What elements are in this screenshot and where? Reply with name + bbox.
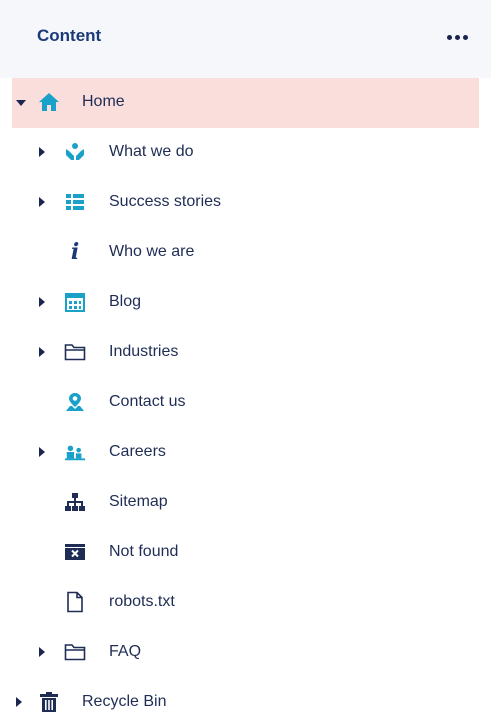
folder-icon xyxy=(64,641,86,663)
section-title: Content xyxy=(37,26,102,45)
folder-icon xyxy=(64,341,86,363)
map-pin-icon xyxy=(64,391,86,413)
tree-item-label: robots.txt xyxy=(109,593,175,610)
tree-item-label: What we do xyxy=(109,143,194,160)
tree-item-label: Blog xyxy=(109,293,142,310)
window-close-icon xyxy=(64,541,86,563)
tree-item-label: Who we are xyxy=(109,243,195,260)
tree-item-label: Industries xyxy=(109,343,179,360)
tree-item-label: Careers xyxy=(109,443,166,460)
content-tree-panel: Content Home What we do Success stories … xyxy=(0,0,491,721)
caret-right-icon[interactable] xyxy=(39,197,45,207)
tree-item-robots-txt[interactable]: robots.txt xyxy=(0,578,491,628)
info-icon: i xyxy=(70,239,80,265)
home-icon xyxy=(38,91,60,113)
tree-item-sitemap[interactable]: Sitemap xyxy=(0,478,491,528)
caret-right-icon[interactable] xyxy=(39,297,45,307)
ellipsis-icon[interactable] xyxy=(440,24,474,50)
tree-item-not-found[interactable]: Not found xyxy=(0,528,491,578)
section-header: Content xyxy=(0,0,491,78)
sitemap-icon xyxy=(64,491,86,513)
tree-item-blog[interactable]: Blog xyxy=(0,278,491,328)
calendar-icon xyxy=(64,291,86,313)
caret-right-icon[interactable] xyxy=(39,147,45,157)
caret-right-icon[interactable] xyxy=(16,697,22,707)
tree-item-who-we-are[interactable]: i Who we are xyxy=(0,228,491,278)
hands-icon xyxy=(64,141,86,163)
tree-item-faq[interactable]: FAQ xyxy=(0,628,491,678)
users-icon xyxy=(64,441,86,463)
tree-item-label: Recycle Bin xyxy=(82,693,167,710)
tree-item-home[interactable]: Home xyxy=(12,78,479,128)
tree-item-label: FAQ xyxy=(109,643,142,660)
trash-icon xyxy=(38,691,60,713)
tree-item-label: Sitemap xyxy=(109,493,168,510)
tree-item-label: Contact us xyxy=(109,393,186,410)
caret-right-icon[interactable] xyxy=(39,647,45,657)
tree-item-industries[interactable]: Industries xyxy=(0,328,491,378)
tree-item-careers[interactable]: Careers xyxy=(0,428,491,478)
caret-right-icon[interactable] xyxy=(39,447,45,457)
grid-list-icon xyxy=(64,191,86,213)
tree-item-label: Home xyxy=(82,93,125,110)
document-icon xyxy=(64,591,86,613)
caret-right-icon[interactable] xyxy=(39,347,45,357)
tree-item-contact-us[interactable]: Contact us xyxy=(0,378,491,428)
tree-item-label: Not found xyxy=(109,543,179,560)
tree-item-what-we-do[interactable]: What we do xyxy=(0,128,491,178)
tree-item-label: Success stories xyxy=(109,193,222,210)
caret-down-icon[interactable] xyxy=(16,100,26,106)
tree-item-success-stories[interactable]: Success stories xyxy=(0,178,491,228)
